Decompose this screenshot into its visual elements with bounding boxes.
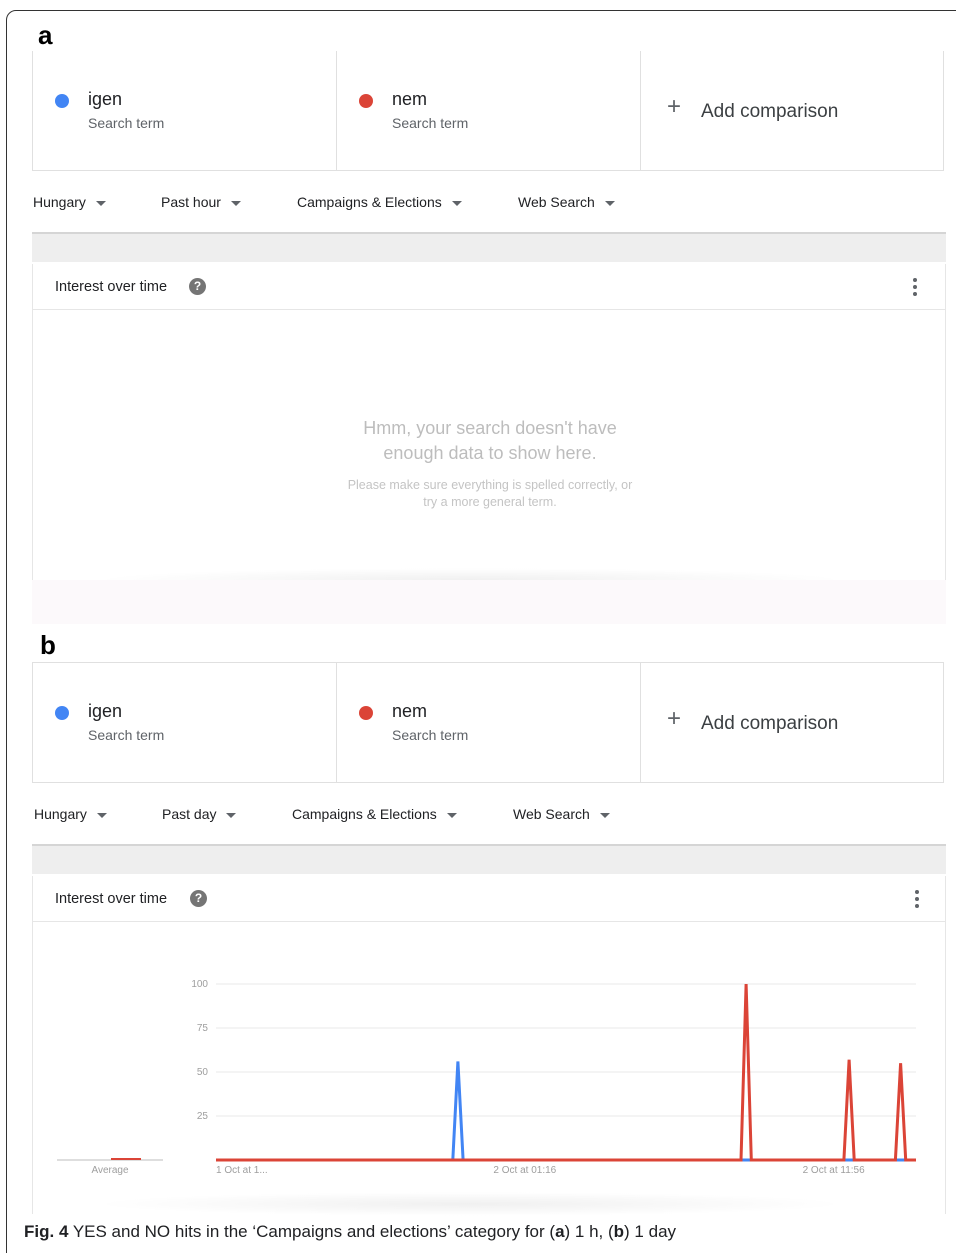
caption-text-1: YES and NO hits in the ‘Campaigns and el… [68,1222,556,1241]
card-header: Interest over time ? [33,876,945,922]
caret-down-icon [226,812,237,818]
caption-text-3: ) 1 day [624,1222,677,1241]
y-tick-label: 100 [191,979,208,990]
add-comparison-label: Add comparison [701,713,839,734]
caret-down-icon [604,200,615,206]
term-card-nem[interactable]: nem Search term [337,51,641,170]
term-card-nem[interactable]: nem Search term [337,663,641,782]
series-line-igen [216,1061,916,1162]
panel-a-terms-row: igen Search term nem Search term + Add c… [32,51,944,171]
region-label: Hungary [33,194,86,210]
empty-hint-line-2: try a more general term. [423,495,557,509]
panel-b-interest-card: Interest over time ? 25 50 75 100 Average 1 O… [32,876,946,1214]
panel-b-separator [32,844,946,874]
caret-down-icon [95,200,106,206]
y-tick-label: 50 [197,1067,209,1078]
x-tick-label: 2 Oct at 11:56 [803,1165,866,1176]
caption-b: b [613,1222,625,1241]
term-subtitle: Search term [88,727,165,743]
empty-hint-line-1: Please make sure everything is spelled c… [347,478,633,492]
panel-a-letter: a [38,20,53,50]
empty-title-line-2: enough data to show here. [383,443,597,463]
empty-title-line-1: Hmm, your search doesn't have [363,418,617,438]
term-name: igen [88,701,123,721]
term-subtitle: Search term [88,115,165,131]
add-comparison-label: Add comparison [701,101,839,122]
panel-a-interest-card: Interest over time ? Hmm, your search do… [32,264,946,580]
red-dot-icon [359,94,373,108]
more-vert-icon[interactable] [913,278,917,296]
add-comparison-button[interactable]: + Add comparison [641,51,945,170]
caption-text-2: ) 1 h, ( [564,1222,614,1241]
caret-down-icon [446,812,457,818]
time-range-dropdown[interactable]: Past hour [161,194,241,210]
caret-down-icon [599,812,610,818]
panel-gap [32,580,946,624]
region-dropdown[interactable]: Hungary [34,806,107,822]
term-name: nem [392,701,428,721]
panel-b-terms-row: igen Search term nem Search term + Add c… [32,662,944,783]
region-dropdown[interactable]: Hungary [33,194,106,210]
card-header: Interest over time ? [33,264,945,310]
caption-a: a [555,1222,565,1241]
panel-a-filter-row: Hungary Past hour Campaigns & Elections … [32,182,944,222]
term-name: igen [88,89,123,109]
blue-dot-icon [55,94,69,108]
empty-state-message: Hmm, your search doesn't have enough dat… [33,416,947,511]
help-icon[interactable]: ? [189,278,206,295]
y-tick-label: 75 [197,1023,209,1034]
panel-b-filter-row: Hungary Past day Campaigns & Elections W… [32,794,944,834]
term-name: nem [392,89,428,109]
term-subtitle: Search term [392,727,469,743]
search-type-label: Web Search [518,194,595,210]
panel-a-separator [32,232,946,262]
category-label: Campaigns & Elections [292,806,437,822]
category-dropdown[interactable]: Campaigns & Elections [297,194,462,210]
caret-down-icon [451,200,462,206]
term-subtitle: Search term [392,115,469,131]
figure-caption: Fig. 4 YES and NO hits in the ‘Campaigns… [24,1222,676,1242]
caret-down-icon [230,200,241,206]
average-label: Average [91,1165,129,1176]
term-card-igen[interactable]: igen Search term [33,663,337,782]
y-tick-label: 25 [197,1111,209,1122]
x-tick-label: 2 Oct at 01:16 [493,1165,556,1176]
card-shadow [90,1192,850,1216]
time-range-dropdown[interactable]: Past day [162,806,237,822]
blue-dot-icon [55,706,69,720]
red-dot-icon [359,706,373,720]
card-title: Interest over time [55,891,168,907]
time-range-label: Past hour [161,194,221,210]
card-title: Interest over time [55,279,168,295]
add-comparison-button[interactable]: + Add comparison [641,663,945,782]
category-dropdown[interactable]: Campaigns & Elections [292,806,457,822]
panel-b-letter: b [40,630,56,660]
more-vert-icon[interactable] [915,890,919,908]
interest-over-time-chart: 25 50 75 100 Average 1 Oct at 1... 2 Oct at 01… [57,979,916,1176]
x-tick-label: 1 Oct at 1... [216,1165,268,1176]
time-range-label: Past day [162,806,217,822]
region-label: Hungary [34,806,87,822]
help-icon[interactable]: ? [190,890,207,907]
search-type-label: Web Search [513,806,590,822]
term-card-igen[interactable]: igen Search term [33,51,337,170]
category-label: Campaigns & Elections [297,194,442,210]
caret-down-icon [96,812,107,818]
search-type-dropdown[interactable]: Web Search [518,194,615,210]
plus-icon: + [667,705,682,732]
caption-label: Fig. 4 [24,1222,69,1241]
plus-icon: + [667,93,682,120]
search-type-dropdown[interactable]: Web Search [513,806,610,822]
